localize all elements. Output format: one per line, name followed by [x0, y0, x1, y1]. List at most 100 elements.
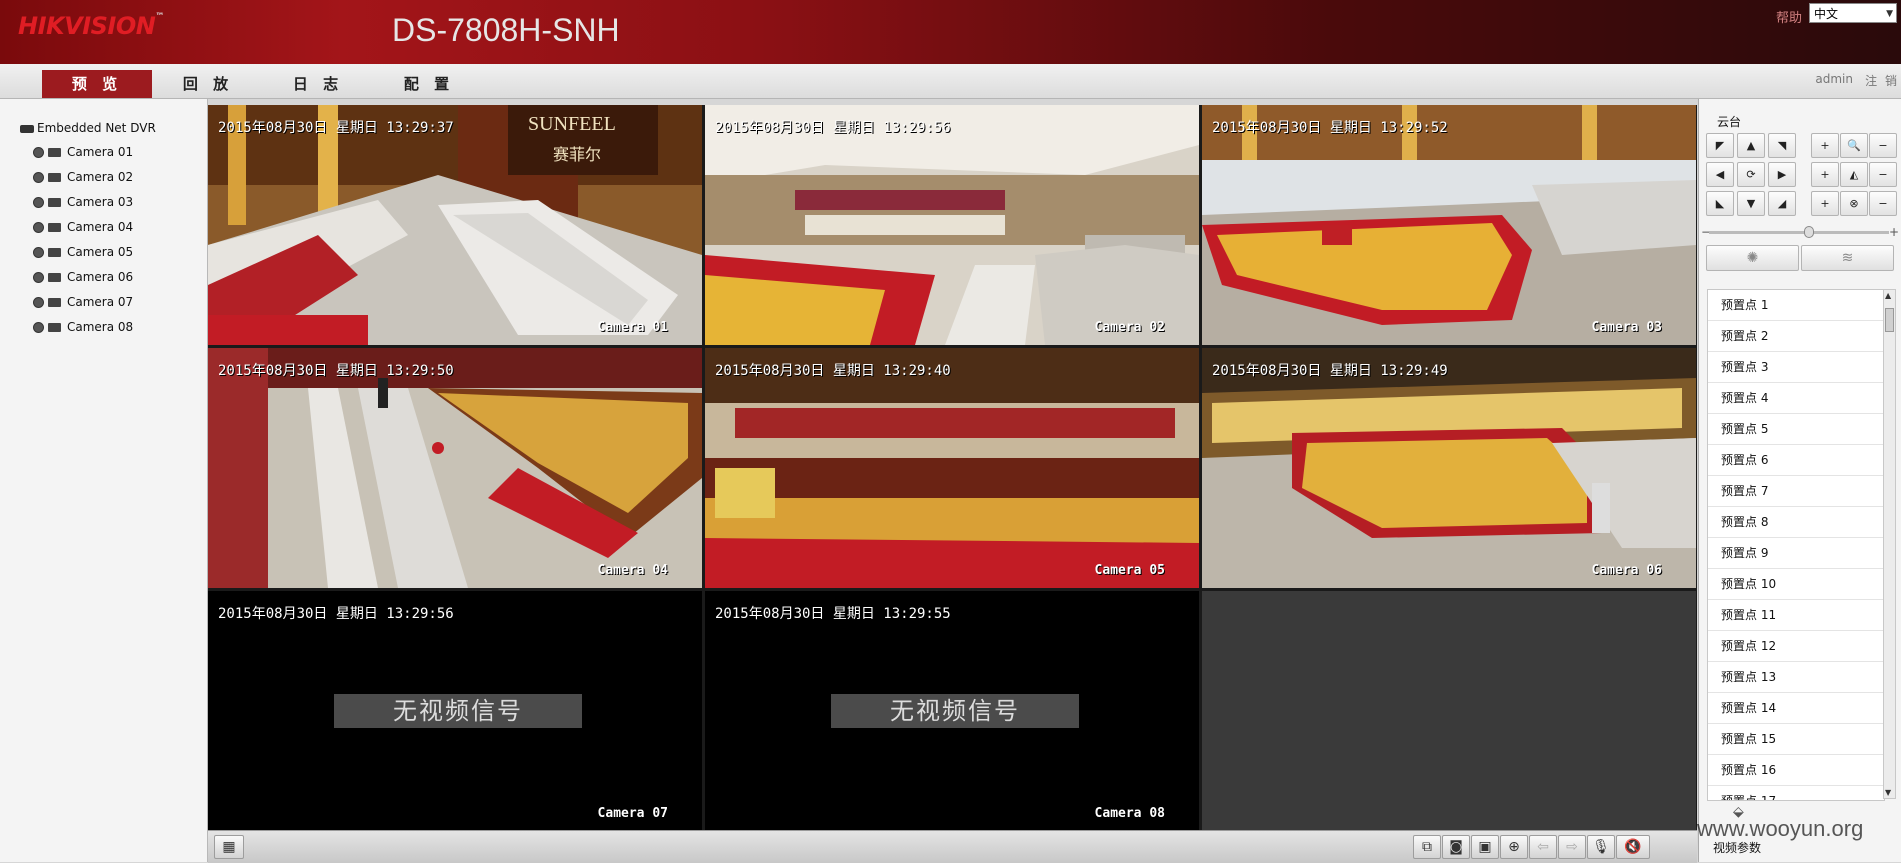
preset-item[interactable]: 预置点 15	[1708, 724, 1884, 755]
timestamp-overlay: 2015年08月30日 星期日 13:29:40	[715, 363, 951, 379]
camera-item-01[interactable]: Camera 01	[33, 145, 133, 159]
camera-icon	[48, 248, 61, 257]
preset-item[interactable]: 预置点 10	[1708, 569, 1884, 600]
camera-name-overlay: Camera 01	[597, 320, 668, 335]
video-feed: SUNFEEL 赛菲尔	[208, 105, 702, 345]
preset-item[interactable]: 预置点 4	[1708, 383, 1884, 414]
camera-icon	[48, 223, 61, 232]
camera-item-07[interactable]: Camera 07	[33, 295, 133, 309]
help-link[interactable]: 帮助	[1776, 7, 1802, 26]
tree-root[interactable]: Embedded Net DVR	[20, 121, 156, 135]
focus-near-button[interactable]: +	[1811, 162, 1839, 187]
ptz-up-left-button[interactable]: ◤	[1706, 133, 1734, 158]
camera-item-05[interactable]: Camera 05	[33, 245, 133, 259]
focus-far-button[interactable]: −	[1869, 162, 1897, 187]
record-status-icon	[33, 197, 44, 208]
timestamp-overlay: 2015年08月30日 星期日 13:29:56	[715, 120, 951, 136]
next-page-button[interactable]: ⇨	[1558, 835, 1586, 859]
ptz-up-button[interactable]: ▲	[1737, 133, 1765, 158]
video-feed	[1202, 348, 1696, 588]
prev-page-button[interactable]: ⇦	[1529, 835, 1557, 859]
scroll-thumb[interactable]	[1885, 308, 1894, 332]
record-status-icon	[33, 272, 44, 283]
camera-label: Camera 01	[67, 145, 134, 159]
focus-icon: ◭	[1840, 162, 1868, 187]
scroll-up-icon[interactable]: ▲	[1885, 291, 1891, 300]
logout-link[interactable]: 注 销	[1865, 72, 1899, 89]
tab-playback[interactable]: 回 放	[153, 70, 263, 98]
layout-grid-button[interactable]: ▦	[214, 835, 244, 859]
timestamp-overlay: 2015年08月30日 星期日 13:29:50	[218, 363, 454, 379]
camera-item-06[interactable]: Camera 06	[33, 270, 133, 284]
video-cell-06[interactable]: 2015年08月30日 星期日 13:29:49 Camera 06	[1202, 348, 1696, 588]
preset-item[interactable]: 预置点 12	[1708, 631, 1884, 662]
preset-item[interactable]: 预置点 6	[1708, 445, 1884, 476]
slider-handle[interactable]	[1804, 226, 1814, 238]
video-cell-01[interactable]: SUNFEEL 赛菲尔 2015年08月30日 星期日 13:29:37 Cam…	[208, 105, 702, 345]
scroll-down-icon[interactable]: ▼	[1885, 788, 1891, 797]
preset-item[interactable]: 预置点 3	[1708, 352, 1884, 383]
preset-item[interactable]: 预置点 7	[1708, 476, 1884, 507]
iris-open-button[interactable]: +	[1811, 191, 1839, 216]
camera-item-04[interactable]: Camera 04	[33, 220, 133, 234]
record-status-icon	[33, 222, 44, 233]
zoom-out-button[interactable]: −	[1869, 133, 1897, 158]
zoom-in-button[interactable]: +	[1811, 133, 1839, 158]
ptz-down-left-button[interactable]: ◣	[1706, 191, 1734, 216]
timestamp-overlay: 2015年08月30日 星期日 13:29:56	[218, 606, 454, 622]
preset-item[interactable]: 预置点 17	[1708, 786, 1884, 800]
preset-item[interactable]: 预置点 1	[1708, 290, 1884, 321]
video-cell-05[interactable]: 2015年08月30日 星期日 13:29:40 Camera 05	[705, 348, 1199, 588]
microphone-icon[interactable]: 🎙	[1587, 835, 1615, 859]
capture-icon[interactable]: ◙	[1442, 835, 1470, 859]
tab-log[interactable]: 日 志	[263, 70, 373, 98]
language-select[interactable]: 中文 ▼	[1809, 3, 1897, 23]
ptz-speed-slider[interactable]	[1709, 226, 1889, 238]
video-cell-empty[interactable]	[1202, 591, 1696, 831]
stop-all-preview-button[interactable]: ⧉	[1413, 835, 1441, 859]
ptz-auto-scan-button[interactable]: ⟳	[1737, 162, 1765, 187]
zoom-icon: 🔍	[1840, 133, 1868, 158]
volume-icon[interactable]: 🔇	[1616, 835, 1650, 859]
camera-tree: Embedded Net DVR Camera 01 Camera 02 Cam…	[0, 99, 208, 862]
preset-item[interactable]: 预置点 9	[1708, 538, 1884, 569]
preset-scrollbar[interactable]: ▲ ▼	[1883, 289, 1896, 799]
ptz-up-right-button[interactable]: ◥	[1768, 133, 1796, 158]
tab-preview[interactable]: 预 览	[42, 70, 152, 98]
camera-name-overlay: Camera 05	[1094, 563, 1165, 578]
video-cell-07[interactable]: 2015年08月30日 星期日 13:29:56 无视频信号 Camera 07	[208, 591, 702, 831]
video-cell-02[interactable]: 2015年08月30日 星期日 13:29:56 Camera 02	[705, 105, 1199, 345]
record-button[interactable]: ▣	[1471, 835, 1499, 859]
store-sign: SUNFEEL	[528, 113, 616, 135]
preset-item[interactable]: 预置点 14	[1708, 693, 1884, 724]
video-cell-03[interactable]: 2015年08月30日 星期日 13:29:52 Camera 03	[1202, 105, 1696, 345]
preset-item[interactable]: 预置点 5	[1708, 414, 1884, 445]
iris-close-button[interactable]: −	[1869, 191, 1897, 216]
preset-item[interactable]: 预置点 8	[1708, 507, 1884, 538]
camera-item-03[interactable]: Camera 03	[33, 195, 133, 209]
store-sign-cn: 赛菲尔	[553, 145, 601, 164]
tab-config[interactable]: 配 置	[374, 70, 484, 98]
iris-icon: ⊗	[1840, 191, 1868, 216]
camera-label: Camera 06	[67, 270, 134, 284]
wiper-button[interactable]: ≋	[1801, 245, 1894, 271]
ptz-down-right-button[interactable]: ◢	[1768, 191, 1796, 216]
video-cell-04[interactable]: 2015年08月30日 星期日 13:29:50 Camera 04	[208, 348, 702, 588]
preset-item[interactable]: 预置点 16	[1708, 755, 1884, 786]
chevron-down-icon: ▼	[1886, 9, 1893, 19]
preset-item[interactable]: 预置点 2	[1708, 321, 1884, 352]
camera-item-02[interactable]: Camera 02	[33, 170, 133, 184]
camera-icon	[48, 198, 61, 207]
ptz-right-button[interactable]: ▶	[1768, 162, 1796, 187]
preset-item[interactable]: 预置点 11	[1708, 600, 1884, 631]
ptz-down-button[interactable]: ▼	[1737, 191, 1765, 216]
dvr-icon	[20, 124, 34, 133]
preset-item[interactable]: 预置点 13	[1708, 662, 1884, 693]
timestamp-overlay: 2015年08月30日 星期日 13:29:49	[1212, 363, 1448, 379]
video-cell-08[interactable]: 2015年08月30日 星期日 13:29:55 无视频信号 Camera 08	[705, 591, 1199, 831]
zoom-icon[interactable]: ⊕	[1500, 835, 1528, 859]
camera-name-overlay: Camera 02	[1094, 320, 1165, 335]
ptz-left-button[interactable]: ◀	[1706, 162, 1734, 187]
camera-item-08[interactable]: Camera 08	[33, 320, 133, 334]
light-button[interactable]: ✺	[1706, 245, 1799, 271]
